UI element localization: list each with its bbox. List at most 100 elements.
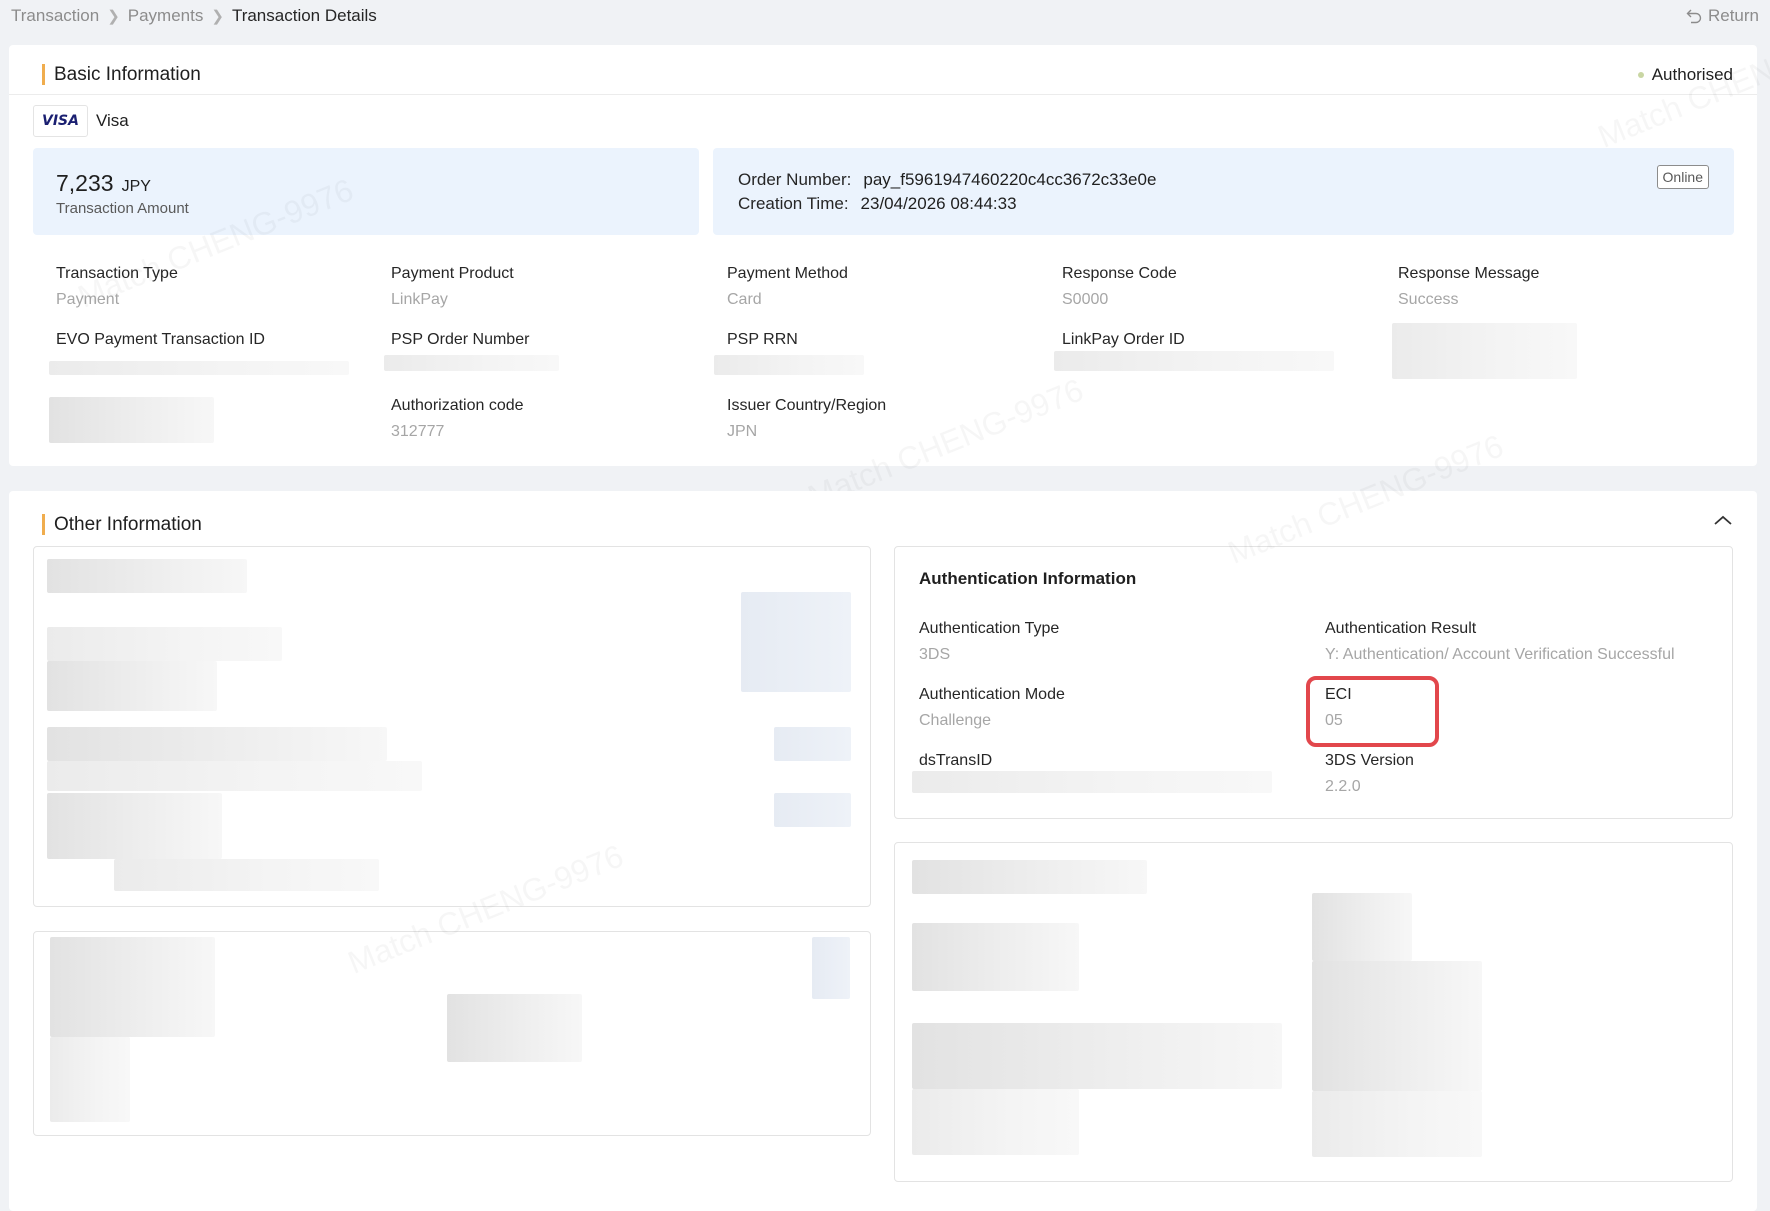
- basic-information-title: Basic Information: [42, 64, 201, 85]
- transaction-currency: JPY: [121, 178, 151, 195]
- redacted-value: [912, 1023, 1282, 1089]
- redacted-section: [33, 546, 871, 907]
- field-label: LinkPay Order ID: [1062, 331, 1185, 348]
- redacted-title: [47, 559, 247, 593]
- chevron-right-icon: ❯: [107, 8, 120, 25]
- order-panel: Order Number: pay_f5961947460220c4cc3672…: [713, 148, 1734, 235]
- redacted-section: [33, 931, 871, 1136]
- redacted-value: [447, 994, 582, 1062]
- order-number-row: Order Number: pay_f5961947460220c4cc3672…: [738, 170, 1156, 190]
- field-transaction-type: Transaction Type Payment: [56, 265, 178, 309]
- field-label: Payment Product: [391, 265, 514, 282]
- field-evo-transaction-id: EVO Payment Transaction ID: [56, 331, 265, 349]
- field-value: Challenge: [919, 712, 992, 729]
- basic-information-card: Basic Information Authorised VISA Visa 7…: [9, 45, 1757, 466]
- breadcrumb-payments[interactable]: Payments: [128, 6, 204, 26]
- field-value: Payment: [56, 291, 120, 308]
- visa-logo-icon: VISA: [33, 105, 88, 137]
- field-3ds-version: 3DS Version 2.2.0: [1325, 752, 1414, 796]
- field-issuer-country: Issuer Country/Region JPN: [727, 397, 886, 441]
- field-value: JPN: [727, 423, 758, 440]
- field-authentication-type: Authentication Type 3DS: [919, 620, 1059, 664]
- redacted-value: [912, 771, 1272, 793]
- field-psp-order-number: PSP Order Number: [391, 331, 529, 349]
- field-linkpay-order-id: LinkPay Order ID: [1062, 331, 1185, 349]
- redacted-value: [47, 761, 422, 791]
- field-authorization-code: Authorization code 312777: [391, 397, 524, 441]
- order-number-label: Order Number:: [738, 170, 852, 189]
- field-value: S0000: [1062, 291, 1109, 308]
- chevron-up-icon[interactable]: [1712, 513, 1734, 527]
- breadcrumb-transaction[interactable]: Transaction: [11, 6, 99, 26]
- redacted-value: [812, 937, 850, 999]
- creation-time-row: Creation Time: 23/04/2026 08:44:33: [738, 194, 1017, 214]
- redacted-value: [47, 793, 222, 859]
- field-label: Response Message: [1398, 265, 1540, 282]
- eci-highlight-box: [1306, 676, 1439, 747]
- redacted-value: [47, 727, 387, 761]
- return-button[interactable]: Return: [1686, 6, 1759, 26]
- redacted-value: [774, 793, 851, 827]
- chevron-right-icon: ❯: [211, 8, 224, 25]
- field-value: LinkPay: [391, 291, 448, 308]
- field-authentication-result: Authentication Result Y: Authentication/…: [1325, 620, 1675, 664]
- amount-line: 7,233 JPY: [56, 170, 151, 197]
- field-label: Response Code: [1062, 265, 1177, 282]
- field-label: Authorization code: [391, 397, 524, 414]
- field-response-message: Response Message Success: [1398, 265, 1539, 309]
- field-dstransid: dsTransID: [919, 752, 992, 770]
- status-badge: Authorised: [1637, 65, 1733, 85]
- redacted-value: [1312, 961, 1482, 1091]
- field-value: 2.2.0: [1325, 778, 1361, 795]
- field-psp-rrn: PSP RRN: [727, 331, 798, 349]
- status-dot-icon: [1637, 72, 1644, 78]
- redacted-value: [49, 361, 349, 375]
- redacted-value: [714, 355, 864, 375]
- field-label: Authentication Result: [1325, 620, 1477, 637]
- field-label: PSP RRN: [727, 331, 798, 348]
- redacted-title: [912, 860, 1147, 894]
- return-arrow-icon: [1686, 9, 1702, 24]
- card-brand: VISA Visa: [33, 105, 129, 137]
- field-label: Authentication Type: [919, 620, 1060, 637]
- field-value: Y: Authentication/ Account Verification …: [1325, 646, 1675, 663]
- authentication-information-section: Authentication Information Authenticatio…: [894, 546, 1733, 819]
- field-payment-method: Payment Method Card: [727, 265, 848, 309]
- field-response-code: Response Code S0000: [1062, 265, 1177, 309]
- field-label: PSP Order Number: [391, 331, 530, 348]
- transaction-amount-label: Transaction Amount: [56, 200, 189, 217]
- basic-information-header: Basic Information Authorised: [9, 45, 1757, 95]
- status-text: Authorised: [1651, 65, 1733, 84]
- creation-time-label: Creation Time:: [738, 194, 849, 213]
- field-label: Transaction Type: [56, 265, 178, 282]
- return-label: Return: [1707, 6, 1759, 25]
- redacted-section: [894, 842, 1733, 1182]
- channel-badge: Online: [1656, 165, 1709, 189]
- redacted-field: [1392, 323, 1577, 379]
- card-brand-name: Visa: [95, 111, 129, 130]
- field-label: Authentication Mode: [919, 686, 1065, 703]
- redacted-value: [47, 627, 282, 661]
- redacted-value: [741, 592, 851, 692]
- redacted-value: [114, 859, 379, 891]
- redacted-value: [1312, 1091, 1482, 1157]
- redacted-value: [774, 727, 851, 761]
- field-value: Card: [727, 291, 762, 308]
- breadcrumb-current: Transaction Details: [231, 6, 377, 25]
- top-bar: Transaction ❯ Payments ❯ Transaction Det…: [11, 6, 1759, 28]
- field-label: dsTransID: [919, 752, 993, 769]
- field-payment-product: Payment Product LinkPay: [391, 265, 514, 309]
- redacted-value: [47, 661, 217, 711]
- other-information-title: Other Information: [42, 514, 202, 535]
- field-value: 3DS: [919, 646, 951, 663]
- amount-panel: 7,233 JPY Transaction Amount: [33, 148, 699, 235]
- creation-time-value: 23/04/2026 08:44:33: [860, 194, 1017, 213]
- redacted-value: [50, 937, 215, 1037]
- breadcrumb: Transaction ❯ Payments ❯ Transaction Det…: [11, 6, 377, 26]
- field-label: EVO Payment Transaction ID: [56, 331, 265, 348]
- authentication-information-title: Authentication Information: [919, 569, 1137, 588]
- field-value: 312777: [391, 423, 445, 440]
- field-label: Payment Method: [727, 265, 848, 282]
- transaction-amount: 7,233: [56, 170, 114, 196]
- redacted-value: [50, 1037, 130, 1122]
